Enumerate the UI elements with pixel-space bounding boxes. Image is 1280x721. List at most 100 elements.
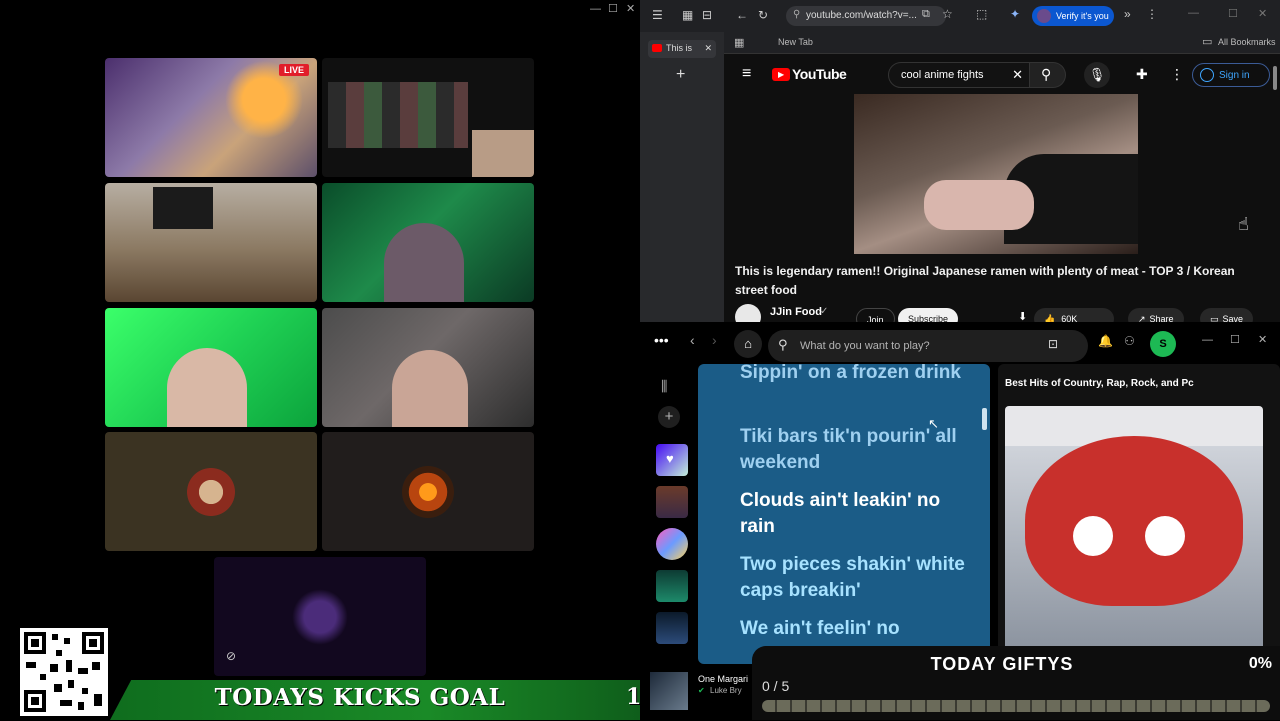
participant-tile-game[interactable]: LIVE (105, 58, 317, 177)
maximize-icon[interactable]: ☐ (608, 2, 618, 15)
participant-tile-avatar-1[interactable] (105, 432, 317, 551)
home-icon[interactable]: ⌂ (734, 330, 762, 358)
now-playing-thumb[interactable] (650, 672, 688, 710)
create-playlist-icon[interactable]: + (658, 406, 680, 428)
avatar (183, 463, 239, 520)
participant-tile-room[interactable] (105, 183, 317, 302)
participant-tile-green-room[interactable] (322, 183, 534, 302)
video-player[interactable] (854, 94, 1138, 254)
food-item (924, 180, 1034, 230)
search-query: cool anime fights (901, 69, 984, 81)
tab-grid-icon[interactable]: ▦ (682, 8, 693, 22)
extensions-icon[interactable]: ⬚ (976, 7, 987, 21)
search-icon: ⚲ (1041, 66, 1052, 82)
tab-title: This is (666, 43, 693, 53)
close-icon[interactable]: ✕ (1258, 7, 1267, 20)
more-tabs-icon[interactable]: » (1124, 7, 1131, 21)
create-icon[interactable]: ✚ (1136, 66, 1148, 83)
gemini-icon[interactable]: ✦ (1010, 7, 1020, 21)
profile-verify-button[interactable]: Verify it's you (1032, 6, 1114, 26)
minimize-icon[interactable]: — (590, 3, 601, 15)
now-playing-artist[interactable]: Luke Bry (710, 686, 742, 695)
library-artist-thumb[interactable] (656, 528, 688, 560)
lyric-line[interactable]: Sippin' on a frozen drink (740, 364, 980, 386)
spotify-search-input[interactable]: ⚲ What do you want to play? ⊡ (768, 330, 1088, 362)
channel-name[interactable]: JJin Food (770, 306, 822, 318)
settings-menu-icon[interactable]: ⋮ (1170, 66, 1184, 83)
gifts-progress-track (762, 700, 1270, 712)
install-app-icon[interactable]: ⧉ (922, 8, 930, 21)
lyrics-scrollbar[interactable] (982, 408, 987, 430)
participant-tile-green-screen[interactable] (105, 308, 317, 427)
nav-forward-icon[interactable]: › (712, 332, 717, 348)
maximize-icon[interactable]: ☐ (1228, 7, 1238, 20)
more-options-icon[interactable]: ••• (654, 332, 669, 348)
library-item-thumb[interactable] (656, 612, 688, 644)
menu-icon[interactable]: ⋮ (1146, 7, 1158, 21)
tab-search-icon[interactable]: ⊟ (702, 8, 712, 22)
gifts-goal-title: TODAY GIFTYS (930, 654, 1074, 674)
lyric-line[interactable]: Two pieces shakin' white caps breakin' (740, 552, 980, 604)
lyric-line-current[interactable]: Clouds ain't leakin' no rain (740, 488, 980, 540)
participant-tile-avatar-3[interactable]: ⊘ (214, 557, 426, 676)
scrollbar-thumb[interactable] (1273, 66, 1277, 90)
bookmark-new-tab[interactable]: New Tab (778, 37, 813, 47)
user-avatar[interactable]: S (1150, 331, 1176, 357)
playlist-title[interactable]: Best Hits of Country, Rap, Rock, and Pc (1005, 378, 1275, 389)
library-icon[interactable]: ⫼ (661, 378, 667, 395)
youtube-page: ≡ ▶ YouTube cool anime fights ✕ ⚲ 🎙 ✚ ⋮ … (724, 54, 1280, 330)
participant-tile-avatar-2[interactable] (322, 432, 534, 551)
clear-search-icon[interactable]: ✕ (1012, 67, 1023, 83)
voice-search-icon[interactable]: 🎙 (1084, 62, 1110, 88)
devil-character (1025, 436, 1243, 606)
search-button[interactable]: ⚲ (1030, 62, 1066, 88)
close-icon[interactable]: ✕ (626, 2, 635, 15)
library-item-thumb[interactable] (656, 486, 688, 518)
verified-badge-icon: ✓ (820, 306, 829, 317)
library-item-thumb[interactable] (656, 570, 688, 602)
saved-check-icon[interactable]: ✔ (698, 686, 705, 695)
person-silhouette (384, 223, 464, 302)
reload-icon[interactable]: ↻ (758, 8, 768, 22)
avatar (400, 463, 456, 520)
person-silhouette (392, 350, 468, 427)
folder-icon: ▭ (1202, 36, 1213, 48)
youtube-logo-icon[interactable]: ▶ (772, 68, 790, 81)
track-cover-art[interactable] (1005, 406, 1263, 651)
sign-in-button[interactable]: Sign in (1192, 63, 1270, 87)
minimize-icon[interactable]: — (1202, 334, 1213, 346)
minimize-icon[interactable]: — (1188, 7, 1199, 19)
search-placeholder: What do you want to play? (800, 340, 930, 352)
friend-activity-icon[interactable]: ⚇ (1124, 334, 1135, 348)
notifications-bell-icon[interactable]: 🔔 (1098, 334, 1113, 348)
youtube-favicon-icon (652, 44, 662, 52)
vertical-tabs-icon[interactable]: ☰ (652, 8, 663, 22)
browser-window: ☰ ▦ ⊟ ← ↻ ⚲ youtube.com/watch?v=... ⧉ ☆ … (640, 0, 1280, 330)
avatar (292, 588, 348, 645)
all-bookmarks-link[interactable]: All Bookmarks (1218, 37, 1276, 47)
lyric-line[interactable]: We ain't feelin' no (740, 616, 980, 642)
maximize-icon[interactable]: ☐ (1230, 333, 1240, 346)
participant-tile-stream-screen[interactable] (322, 58, 534, 177)
bookmark-star-icon[interactable]: ☆ (942, 7, 953, 21)
close-icon[interactable]: ✕ (1258, 333, 1267, 346)
lyrics-panel: Sippin' on a frozen drink Tiki bars tik'… (698, 364, 990, 664)
video-call-panel: — ☐ ✕ LIVE ⊘ TODAYS KICKS GOAL (0, 0, 687, 720)
liked-songs-thumb[interactable]: ♥ (656, 444, 688, 476)
new-tab-plus-icon[interactable]: + (676, 66, 685, 84)
tab-youtube[interactable]: This is ✕ (648, 40, 716, 58)
nav-back-icon[interactable]: ‹ (690, 332, 695, 348)
browse-icon[interactable]: ⊡ (1048, 337, 1058, 351)
now-playing-title[interactable]: One Margari (698, 674, 748, 684)
apps-grid-icon[interactable]: ▦ (734, 36, 744, 49)
hamburger-menu-icon[interactable]: ≡ (742, 65, 751, 83)
tab-close-icon[interactable]: ✕ (704, 43, 712, 54)
back-icon[interactable]: ← (736, 8, 748, 22)
heart-icon: ♥ (666, 451, 674, 466)
youtube-search-input[interactable]: cool anime fights ✕ (888, 62, 1030, 88)
now-playing-bar: One Margari ✔ Luke Bry (640, 664, 760, 720)
youtube-logo-text[interactable]: YouTube (792, 66, 847, 82)
lyric-line[interactable]: Tiki bars tik'n pourin' all weekend (740, 424, 980, 476)
site-info-icon[interactable]: ⚲ (793, 9, 800, 20)
participant-tile-gray-room[interactable] (322, 308, 534, 427)
